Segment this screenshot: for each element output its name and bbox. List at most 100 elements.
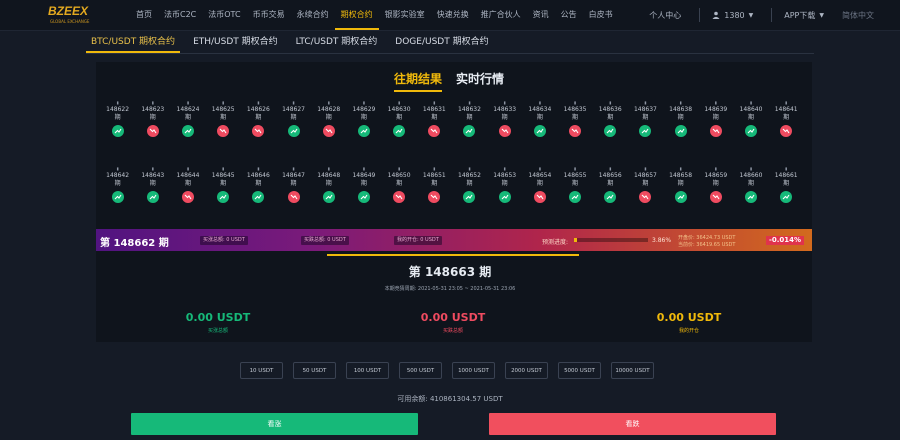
period-unit: 期 xyxy=(255,180,262,187)
period-cell: ▮ 148638 期 xyxy=(663,99,698,155)
period-number: 148623 xyxy=(141,106,165,113)
tab-live-market[interactable]: 实时行情 xyxy=(456,70,504,92)
amount-option-button[interactable]: 50 USDT xyxy=(293,362,336,379)
history-row-2: ▮ 148642 期 ▮ 148643 期 ▮ 148644 期 ▮ 148645 期 ▮ 148646 期… xyxy=(100,165,804,221)
chevron-down-icon: ▼ xyxy=(819,11,824,19)
current-period-label: 第 148662 期 xyxy=(100,238,169,249)
user-center-link[interactable]: 个人中心 xyxy=(649,10,681,21)
trend-up-icon xyxy=(111,191,124,203)
period-number: 148633 xyxy=(493,106,517,113)
period-unit: 期 xyxy=(184,114,191,121)
period-unit: 期 xyxy=(783,180,790,187)
period-cell: ▮ 148623 期 xyxy=(135,99,170,155)
my-position-label: 我的开仓 xyxy=(678,328,699,334)
period-cell: ▮ 148649 期 xyxy=(346,165,381,221)
period-unit: 期 xyxy=(642,180,649,187)
period-number: 148647 xyxy=(282,172,305,179)
account-menu[interactable]: 1380 ▼ xyxy=(712,11,753,20)
period-unit: 期 xyxy=(149,114,156,121)
period-cell: ▮ 148644 期 xyxy=(170,165,205,221)
period-cell: ▮ 148634 期 xyxy=(522,99,557,155)
period-number: 148641 xyxy=(774,106,798,113)
progress-fill xyxy=(574,238,577,242)
tab-contract[interactable]: LTC/USDT 期权合约 xyxy=(291,33,383,53)
chart-mini-icon: ▮ xyxy=(151,166,154,171)
chart-mini-icon: ▮ xyxy=(186,166,190,171)
period-cell: ▮ 148635 期 xyxy=(557,99,592,155)
trend-up-icon xyxy=(498,191,511,203)
period-cell: ▮ 148639 期 xyxy=(698,99,733,155)
chart-mini-icon: ▮ xyxy=(257,100,260,105)
nav-item[interactable]: 推广合伙人 xyxy=(475,0,527,30)
buy-up-button[interactable]: 看涨 xyxy=(131,413,418,435)
progress-label: 预测进度: xyxy=(542,239,569,246)
trend-up-icon xyxy=(287,125,300,137)
period-number: 148657 xyxy=(633,172,657,179)
amount-option-button[interactable]: 5000 USDT xyxy=(558,362,601,379)
period-number: 148652 xyxy=(458,172,481,179)
period-cell: ▮ 148650 期 xyxy=(382,165,417,221)
tab-contract[interactable]: ETH/USDT 期权合约 xyxy=(188,33,283,53)
period-unit: 期 xyxy=(536,180,543,187)
language-select[interactable]: 简体中文 xyxy=(842,10,874,21)
nav-item[interactable]: 银影实验室 xyxy=(379,0,431,30)
stat-buy-down: 0.00 USDT 买跌总额 xyxy=(388,311,518,334)
nav-item[interactable]: 法币C2C xyxy=(158,0,202,30)
period-cell: ▮ 148659 期 xyxy=(698,165,733,221)
amount-option-button[interactable]: 500 USDT xyxy=(399,362,442,379)
buy-down-total-chip: 买跌总额: 0 USDT xyxy=(301,236,349,245)
period-cell: ▮ 148633 期 xyxy=(487,99,522,155)
buy-down-button[interactable]: 看跌 xyxy=(489,413,776,435)
chart-mini-icon: ▮ xyxy=(538,100,541,105)
chart-mini-icon: ▮ xyxy=(292,100,295,105)
trend-down-icon xyxy=(393,191,406,203)
nav-item[interactable]: 币币交易 xyxy=(247,0,291,30)
period-number: 148631 xyxy=(422,106,446,113)
period-number: 148655 xyxy=(563,172,587,179)
brand-logo[interactable]: BZEEX GLOBAL EXCHANGE xyxy=(48,4,100,26)
chart-mini-icon: ▮ xyxy=(222,166,225,171)
period-unit: 期 xyxy=(501,114,508,121)
nav-item[interactable]: 白皮书 xyxy=(583,0,619,30)
amount-option-button[interactable]: 100 USDT xyxy=(346,362,389,379)
trend-up-icon xyxy=(674,125,687,137)
period-number: 148659 xyxy=(704,172,728,179)
nav-item[interactable]: 期权合约 xyxy=(334,0,379,30)
progress-bar xyxy=(574,238,648,242)
period-number: 148651 xyxy=(422,172,446,179)
period-unit: 期 xyxy=(396,114,403,121)
period-cell: ▮ 148658 期 xyxy=(663,165,698,221)
period-cell: ▮ 148647 期 xyxy=(276,165,311,221)
app-download-menu[interactable]: APP下载 ▼ xyxy=(784,10,824,21)
period-unit: 期 xyxy=(572,180,579,187)
tab-history-results[interactable]: 往期结果 xyxy=(394,70,443,92)
nav-item[interactable]: 永续合约 xyxy=(291,0,335,30)
period-cell: ▮ 148628 期 xyxy=(311,99,346,155)
divider xyxy=(699,8,701,22)
amount-option-button[interactable]: 10 USDT xyxy=(240,362,283,379)
chart-mini-icon: ▮ xyxy=(433,166,436,171)
nav-item[interactable]: 快速兑换 xyxy=(431,0,475,30)
period-cell: ▮ 148642 期 xyxy=(100,165,135,221)
period-cell: ▮ 148653 期 xyxy=(487,165,522,221)
nav-item[interactable]: 首页 xyxy=(130,0,158,30)
chart-mini-icon: ▮ xyxy=(573,100,577,105)
tab-contract[interactable]: BTC/USDT 期权合约 xyxy=(86,33,181,53)
trend-up-icon xyxy=(357,125,370,137)
trend-up-icon xyxy=(639,125,652,137)
trend-down-icon xyxy=(322,125,335,137)
amount-option-button[interactable]: 1000 USDT xyxy=(452,362,495,379)
trend-down-icon xyxy=(287,191,300,203)
next-period-time: 本期竞猜周期: 2021-05-31 23:05 ~ 2021-05-31 23… xyxy=(384,286,516,292)
chevron-down-icon: ▼ xyxy=(748,11,754,19)
amount-option-button[interactable]: 2000 USDT xyxy=(505,362,548,379)
period-unit: 期 xyxy=(536,114,543,121)
nav-item[interactable]: 资讯 xyxy=(527,0,555,30)
nav-item[interactable]: 法币OTC xyxy=(202,0,246,30)
nav-item[interactable]: 公告 xyxy=(555,0,583,30)
chart-mini-icon: ▮ xyxy=(468,166,471,171)
trend-up-icon xyxy=(463,191,476,203)
amount-option-button[interactable]: 10000 USDT xyxy=(611,362,654,379)
period-unit: 期 xyxy=(325,180,332,187)
tab-contract[interactable]: DOGE/USDT 期权合约 xyxy=(390,33,493,53)
